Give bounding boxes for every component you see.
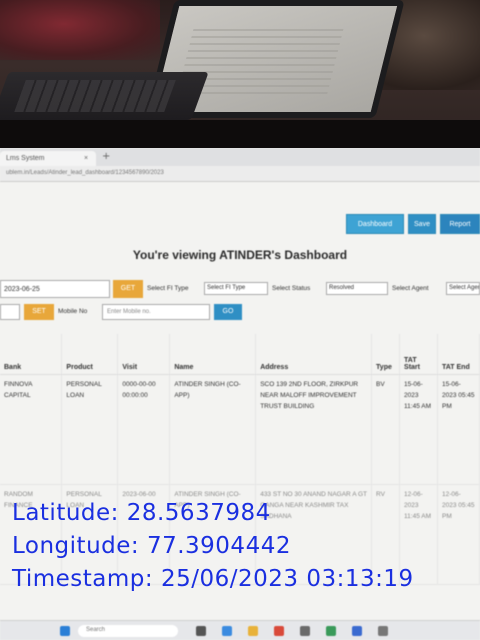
cell-type: BV — [371, 374, 401, 485]
agent-field[interactable] — [0, 304, 20, 320]
windows-taskbar: Search — [0, 620, 480, 640]
browser-tab[interactable]: Lms System × — [0, 151, 96, 166]
table-header-row: Bank Product Visit Name Address Type TAT… — [0, 334, 480, 375]
cell-tat-end: 12-06-2023 05:45 PM — [437, 484, 480, 585]
browser-tab-strip: Lms System × + — [0, 148, 480, 166]
word-icon[interactable] — [352, 626, 362, 636]
timestamp-stamp: Timestamp: 25/06/2023 03:13:19 — [12, 566, 414, 592]
col-type[interactable]: Type — [371, 334, 401, 375]
col-product[interactable]: Product — [61, 334, 119, 375]
tab-title: Lms System — [6, 155, 45, 162]
mobile-search-bar: SET Mobile No Enter Mobile no. GO — [0, 304, 480, 322]
page-title: You're viewing ATINDER's Dashboard — [132, 248, 348, 262]
fi-type-select[interactable]: Select FI Type — [204, 282, 268, 295]
cell-product: PERSONAL LOAN — [61, 374, 119, 485]
agent-select[interactable]: Select Agent — [446, 282, 480, 295]
status-label: Select Status — [272, 285, 311, 292]
cell-address: SCO 139 2ND FLOOR, ZIRKPUR NEAR MALOFF I… — [255, 374, 373, 485]
fi-type-label: Select FI Type — [147, 285, 189, 292]
background-red-object — [0, 0, 160, 60]
set-button[interactable]: SET — [24, 304, 54, 320]
date-field[interactable]: 2023-06-25 — [0, 280, 110, 298]
col-tat-start[interactable]: TAT Start — [399, 334, 438, 375]
task-view-icon[interactable] — [196, 626, 206, 636]
app-icon[interactable] — [378, 626, 388, 636]
cell-tat-start: 15-06-2023 11:45 AM — [399, 374, 438, 485]
cell-tat-end: 15-06-2023 05:45 PM — [437, 374, 480, 485]
monitor-bezel — [0, 120, 480, 150]
taskbar-search[interactable]: Search — [78, 625, 178, 637]
cell-visit: 0000-00-00 00:00:00 — [117, 374, 171, 485]
report-button[interactable]: Report — [440, 214, 480, 234]
status-select[interactable]: Resolved — [326, 282, 388, 295]
address-bar[interactable]: ublem.in/Leads/Atinder_lead_dashboard/12… — [0, 166, 480, 182]
col-name[interactable]: Name — [169, 334, 257, 375]
filter-bar: 2023-06-25 GET Select FI Type Select FI … — [0, 280, 480, 300]
edge-icon[interactable] — [222, 626, 232, 636]
chrome-icon[interactable] — [274, 626, 284, 636]
agent-label: Select Agent — [392, 285, 429, 292]
table-row[interactable]: FINNOVA CAPITAL PERSONAL LOAN 0000-00-00… — [0, 374, 480, 485]
mobile-input[interactable]: Enter Mobile no. — [102, 304, 210, 320]
cell-bank: FINNOVA CAPITAL — [0, 374, 63, 485]
cell-name: ATINDER SINGH (CO-APP) — [169, 374, 257, 485]
save-button[interactable]: Save — [408, 214, 436, 234]
windows-start-icon[interactable] — [60, 626, 70, 636]
url-text: ublem.in/Leads/Atinder_lead_dashboard/12… — [6, 170, 164, 176]
dashboard-button[interactable]: Dashboard — [346, 214, 404, 234]
go-button[interactable]: GO — [214, 304, 242, 320]
mobile-label: Mobile No — [58, 308, 88, 315]
excel-icon[interactable] — [326, 626, 336, 636]
file-explorer-icon[interactable] — [248, 626, 258, 636]
new-tab-icon[interactable]: + — [102, 151, 110, 162]
keyboard-keys — [14, 80, 176, 112]
store-icon[interactable] — [300, 626, 310, 636]
col-visit[interactable]: Visit — [117, 334, 171, 375]
get-button[interactable]: GET — [113, 280, 143, 298]
close-icon[interactable]: × — [84, 155, 88, 162]
latitude-stamp: Latitude: 28.5637984 — [12, 500, 271, 526]
col-tat-end[interactable]: TAT End — [437, 334, 480, 375]
col-bank[interactable]: Bank — [0, 334, 63, 375]
col-address[interactable]: Address — [255, 334, 373, 375]
longitude-stamp: Longitude: 77.3904442 — [12, 533, 291, 559]
